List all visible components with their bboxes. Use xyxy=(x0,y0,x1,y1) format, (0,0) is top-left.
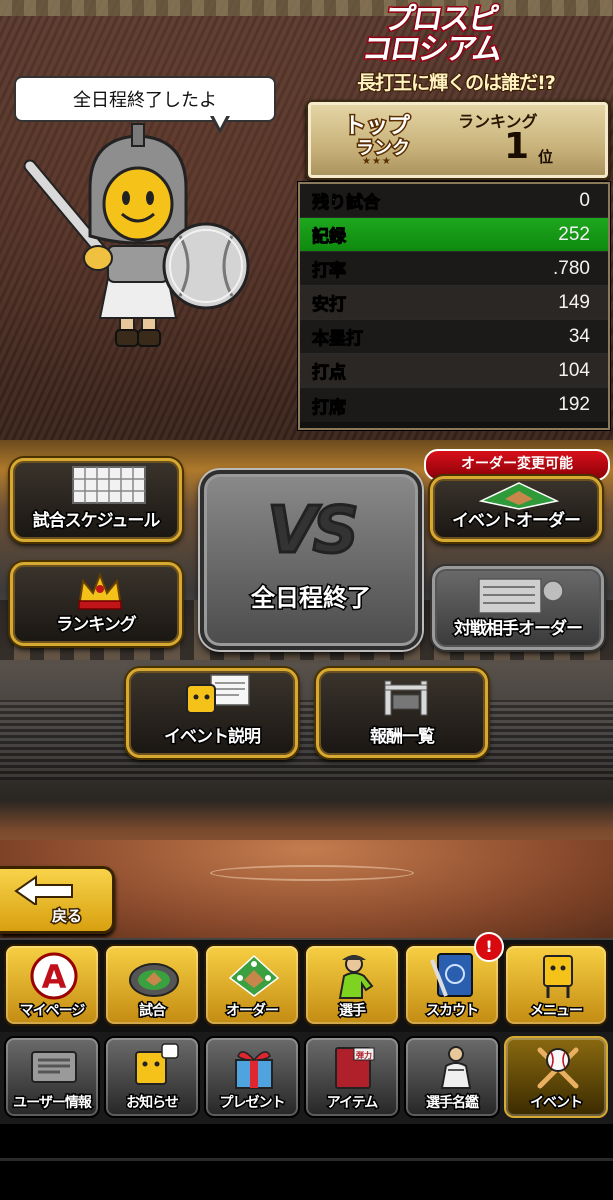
nav-label: お知らせ xyxy=(125,1094,181,1113)
event-tagline: 長打王に輝くのは誰だ!? xyxy=(356,71,557,95)
opponent-order-button[interactable]: 対戦相手オーダー xyxy=(432,566,604,650)
nav-players[interactable]: 選手 xyxy=(304,944,400,1026)
nav-label: スカウト xyxy=(425,1002,481,1021)
stat-value: 252 xyxy=(558,223,590,245)
field-circle xyxy=(210,865,414,881)
stat-row-rbi: 打点 104 xyxy=(300,354,608,388)
event-help-button[interactable]: イベント説明 xyxy=(126,668,298,758)
stat-row-average: 打率 .780 xyxy=(300,252,608,286)
stat-label: 打率 xyxy=(312,261,347,282)
schedule-button[interactable]: 試合スケジュール xyxy=(10,458,182,542)
ranking-suffix: 位 xyxy=(538,148,554,166)
nav-user-info[interactable]: ユーザー情報 xyxy=(4,1036,100,1118)
stat-row-remaining: 残り試合 0 xyxy=(300,184,608,218)
nav-label: プレゼント xyxy=(218,1094,287,1113)
gladiator-mascot-icon xyxy=(23,123,250,347)
stat-value: 34 xyxy=(568,325,590,347)
nav-items[interactable]: 弾力 アイテム xyxy=(304,1036,400,1118)
stat-value: 0 xyxy=(579,189,590,211)
item-book-icon: 弾力 xyxy=(335,1047,375,1089)
nav-order[interactable]: オーダー xyxy=(204,944,300,1026)
nav-presents[interactable]: プレゼント xyxy=(204,1036,300,1118)
pro-spi-colosseum-logo: プロスピ コロシアム xyxy=(355,0,605,69)
event-help-label: イベント説明 xyxy=(163,726,263,749)
stat-label: 安打 xyxy=(312,295,347,316)
vs-status-label: 全日程終了 xyxy=(250,583,373,614)
nav-label: マイページ xyxy=(18,1002,87,1021)
rank-stars: ★★★ xyxy=(362,156,392,167)
event-order-button[interactable]: イベントオーダー xyxy=(430,476,602,542)
vs-battle-button[interactable]: VS 全日程終了 xyxy=(200,470,422,650)
nav-label: アイテム xyxy=(325,1094,380,1113)
stat-label: 残り試合 xyxy=(312,193,381,214)
a-logo-icon: A xyxy=(30,952,78,1000)
back-label: 戻る xyxy=(50,906,83,927)
nav-notices[interactable]: お知らせ xyxy=(104,1036,200,1118)
nav-label: オーダー xyxy=(225,1002,281,1021)
nav-mypage[interactable]: A マイページ xyxy=(4,944,100,1026)
nav-label: ユーザー情報 xyxy=(12,1094,94,1113)
stat-row-record: 記録 252 xyxy=(300,218,608,252)
stat-label: 打席 xyxy=(312,397,347,418)
stat-label: 打点 xyxy=(312,363,347,384)
nav-label: イベント xyxy=(529,1094,585,1113)
speech-bubble: 全日程終了したよ xyxy=(14,76,276,122)
bottom-divider xyxy=(0,1158,613,1161)
schedule-label: 試合スケジュール xyxy=(31,510,162,533)
stadium-icon xyxy=(129,963,179,997)
field-lineup-icon xyxy=(228,954,280,997)
player-icon xyxy=(338,955,374,999)
logo-line2: コロシアム xyxy=(358,31,505,69)
schedule-table-icon xyxy=(72,466,146,504)
back-button[interactable]: 戻る xyxy=(0,866,115,934)
opponent-order-label: 対戦相手オーダー xyxy=(453,618,585,641)
stat-value: 192 xyxy=(558,394,590,415)
user-card-icon xyxy=(31,1051,77,1083)
rewards-list-label: 報酬一覧 xyxy=(369,726,437,749)
stat-value: .780 xyxy=(553,257,590,279)
nav-label: 選手名鑑 xyxy=(425,1094,481,1113)
ranking-button[interactable]: ランキング xyxy=(10,562,182,646)
primary-nav-bar: A マイページ 試合 オーダー 選手 スカウト ! メニュー xyxy=(0,932,613,1032)
opponent-lineup-icon xyxy=(478,578,564,614)
event-order-label: イベントオーダー xyxy=(451,510,583,533)
vs-label: VS xyxy=(266,493,361,570)
nav-label: 試合 xyxy=(138,1002,168,1021)
bottom-system-bar xyxy=(0,1124,613,1200)
secondary-nav-bar: ユーザー情報 お知らせ プレゼント 弾力 アイテム 選手名鑑 イベント xyxy=(0,1032,613,1124)
crown-icon xyxy=(77,572,123,610)
help-board-icon xyxy=(186,674,250,714)
rank-plate: トップ ランク ★★★ ランキング 1 位 xyxy=(306,100,610,180)
stat-label: 記録 xyxy=(312,227,347,248)
nav-menu[interactable]: メニュー xyxy=(504,944,608,1026)
svg-text:A: A xyxy=(42,958,67,996)
notice-icon xyxy=(135,1043,179,1085)
rewards-gate-icon xyxy=(384,680,428,716)
nav-label: 選手 xyxy=(338,1002,368,1021)
player-catalog-icon xyxy=(440,1046,472,1089)
ranking-button-label: ランキング xyxy=(55,614,139,637)
stat-row-plate-appearances: 打席 192 xyxy=(300,388,608,422)
back-arrow-icon xyxy=(14,875,73,905)
stats-table: 残り試合 0 記録 252 打率 .780 安打 149 本塁打 34 打点 1… xyxy=(298,182,610,430)
event-ball-icon xyxy=(537,1047,579,1089)
scout-book-icon xyxy=(430,953,473,997)
nav-label: メニュー xyxy=(529,1002,585,1021)
gift-icon xyxy=(235,1051,273,1089)
stat-label: 本塁打 xyxy=(312,329,364,350)
mascot-menu-icon xyxy=(543,955,573,998)
stadium-seats xyxy=(0,700,613,780)
stat-value: 149 xyxy=(558,291,590,313)
rewards-list-button[interactable]: 報酬一覧 xyxy=(316,668,488,758)
stat-row-homeruns: 本塁打 34 xyxy=(300,320,608,354)
nav-player-catalog[interactable]: 選手名鑑 xyxy=(404,1036,500,1118)
item-tag-text: 弾力 xyxy=(356,1050,372,1060)
nav-event[interactable]: イベント xyxy=(504,1036,608,1118)
nav-match[interactable]: 試合 xyxy=(104,944,200,1026)
scout-alert-badge: ! xyxy=(474,932,504,962)
stat-row-hits: 安打 149 xyxy=(300,286,608,320)
stat-value: 104 xyxy=(558,359,590,381)
ranking-position: 1 xyxy=(504,126,530,167)
